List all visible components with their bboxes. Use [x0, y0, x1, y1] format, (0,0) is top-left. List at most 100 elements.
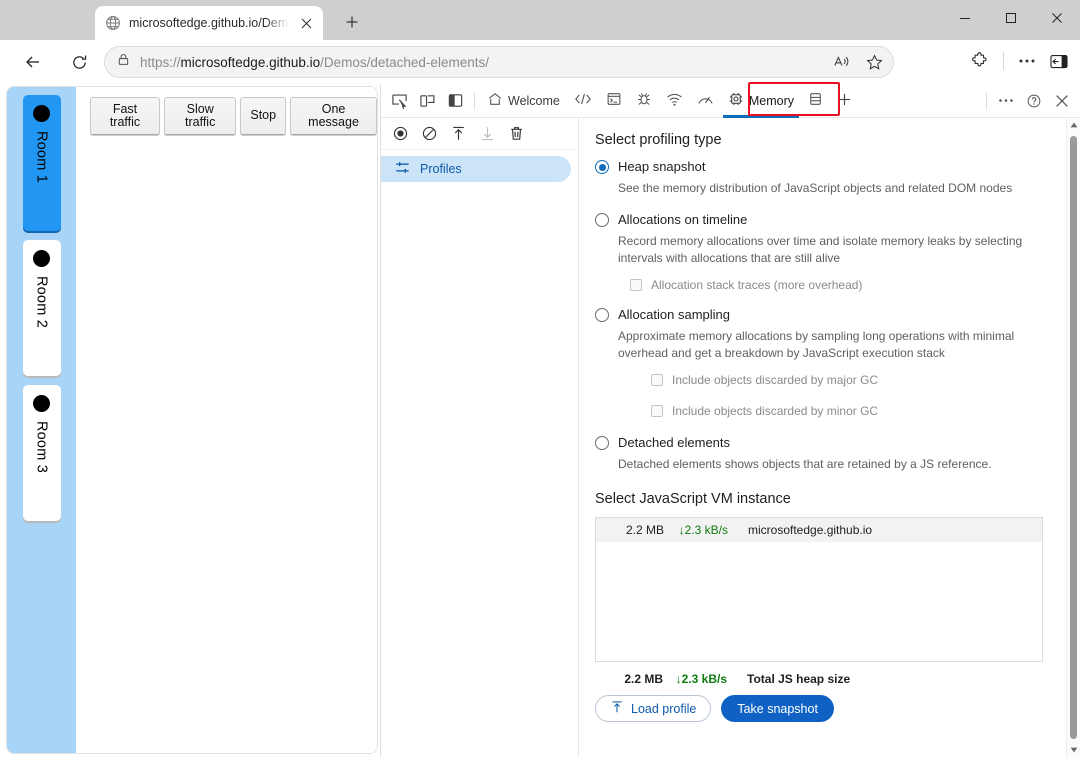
room-tab-2[interactable]: Room 2	[23, 240, 61, 376]
upload-arrow-icon	[610, 700, 624, 717]
devtools-body: Profiles Select profiling type Heap snap…	[381, 118, 1080, 757]
option-allocations-on-timeline[interactable]: Allocations on timeline Record memory al…	[595, 211, 1066, 292]
more-tools-button[interactable]	[830, 85, 859, 117]
device-toggle-icon[interactable]	[413, 88, 441, 114]
tab-sources[interactable]	[629, 85, 659, 117]
vm-origin: microsoftedge.github.io	[748, 523, 872, 537]
memory-chip-icon	[728, 91, 744, 110]
tab-title: microsoftedge.github.io/Demos/d	[129, 16, 289, 30]
puzzle-icon[interactable]	[965, 46, 995, 76]
record-circle-icon[interactable]	[387, 121, 414, 147]
checkbox-allocation-stack-traces[interactable]	[630, 279, 642, 291]
url-path: /Demos/detached-elements/	[320, 55, 489, 70]
new-tab-button[interactable]	[338, 8, 366, 36]
memory-scroll-area: Select profiling type Heap snapshot See …	[579, 118, 1066, 757]
console-icon	[606, 91, 622, 110]
lock-icon	[117, 53, 130, 71]
sidebar-icon[interactable]	[1044, 46, 1074, 76]
minimize-icon[interactable]	[942, 0, 988, 36]
suboption-include-major-gc[interactable]: Include objects discarded by major GC	[651, 373, 1066, 387]
caret-up-icon[interactable]	[1067, 118, 1080, 132]
tab-welcome[interactable]: Welcome	[480, 85, 567, 117]
room-tab-3[interactable]: Room 3	[23, 385, 61, 521]
close-icon[interactable]	[1048, 88, 1076, 114]
take-snapshot-button[interactable]: Take snapshot	[721, 695, 834, 722]
tab-console[interactable]	[599, 85, 629, 117]
vm-instance-list[interactable]: 2.2 MB ↓2.3 kB/s microsoftedge.github.io	[595, 517, 1043, 662]
slow-traffic-button[interactable]: Slow traffic	[164, 97, 236, 135]
checkbox-include-major-gc[interactable]	[651, 374, 663, 386]
stop-button[interactable]: Stop	[240, 97, 286, 135]
sliders-icon	[395, 160, 410, 178]
option-allocation-sampling[interactable]: Allocation sampling Approximate memory a…	[595, 306, 1066, 418]
option-description: See the memory distribution of JavaScrip…	[618, 180, 1048, 197]
tab-performance[interactable]	[690, 85, 721, 117]
tab-strip: microsoftedge.github.io/Demos/d	[0, 0, 323, 40]
vm-instance-heading: Select JavaScript VM instance	[595, 491, 1066, 507]
address-bar[interactable]: https://microsoftedge.github.io/Demos/de…	[104, 46, 894, 78]
option-label: Detached elements	[618, 434, 730, 452]
checkbox-include-minor-gc[interactable]	[651, 405, 663, 417]
tab-network[interactable]	[659, 85, 690, 117]
memory-action-buttons: Load profile Take snapshot	[595, 695, 1066, 722]
room-label: Room 3	[34, 421, 50, 473]
load-profile-label: Load profile	[631, 702, 696, 716]
vm-instance-row[interactable]: 2.2 MB ↓2.3 kB/s microsoftedge.github.io	[596, 518, 1042, 542]
option-label: Heap snapshot	[618, 158, 705, 176]
option-detached-elements[interactable]: Detached elements Detached elements show…	[595, 434, 1066, 473]
inspect-icon[interactable]	[385, 88, 413, 114]
omnibox-actions	[827, 47, 889, 77]
option-label: Allocations on timeline	[618, 211, 747, 229]
browser-window: microsoftedge.github.io/Demos/d	[0, 0, 1080, 757]
window-controls	[942, 0, 1080, 36]
address-text: https://microsoftedge.github.io/Demos/de…	[140, 55, 489, 70]
tab-elements[interactable]	[567, 85, 599, 117]
radio-detached-elements[interactable]	[595, 436, 609, 450]
star-icon[interactable]	[859, 47, 889, 77]
suboption-label: Allocation stack traces (more overhead)	[651, 278, 862, 292]
application-icon	[808, 91, 823, 110]
room-label: Room 2	[34, 276, 50, 328]
gauge-icon	[697, 92, 714, 110]
devtools-panel: Welcome	[380, 84, 1080, 757]
ellipsis-icon[interactable]	[992, 88, 1020, 114]
fast-traffic-button[interactable]: Fast traffic	[90, 97, 160, 135]
vm-heap-size: 2.2 MB	[606, 523, 664, 537]
memory-actions-toolbar	[381, 118, 578, 150]
scrollbar-thumb[interactable]	[1070, 136, 1077, 739]
room-tab-1[interactable]: Room 1	[23, 95, 61, 231]
dock-panel-icon[interactable]	[441, 88, 469, 114]
close-icon[interactable]	[1034, 0, 1080, 36]
clear-icon[interactable]	[416, 121, 443, 147]
toolbar-divider	[474, 92, 475, 110]
trash-icon[interactable]	[503, 121, 530, 147]
maximize-icon[interactable]	[988, 0, 1034, 36]
read-aloud-icon[interactable]	[827, 47, 857, 77]
tab-memory[interactable]: Memory	[721, 85, 801, 117]
load-profile-button[interactable]: Load profile	[595, 695, 711, 722]
memory-sidebar: Profiles	[381, 118, 579, 757]
upload-arrow-icon[interactable]	[445, 121, 472, 147]
radio-heap-snapshot[interactable]	[595, 160, 609, 174]
question-circle-icon[interactable]	[1020, 88, 1048, 114]
plus-icon	[837, 92, 852, 110]
total-heap-size: 2.2 MB	[595, 672, 663, 686]
radio-allocations-on-timeline[interactable]	[595, 213, 609, 227]
tab-application[interactable]	[801, 85, 830, 117]
reload-icon[interactable]	[64, 47, 94, 77]
memory-scrollbar[interactable]	[1066, 118, 1080, 757]
browser-tab[interactable]: microsoftedge.github.io/Demos/d	[95, 6, 323, 40]
back-arrow-icon[interactable]	[18, 47, 48, 77]
suboption-allocation-stack-traces[interactable]: Allocation stack traces (more overhead)	[630, 278, 1066, 292]
radio-allocation-sampling[interactable]	[595, 308, 609, 322]
caret-down-icon[interactable]	[1067, 743, 1080, 757]
suboption-include-minor-gc[interactable]: Include objects discarded by minor GC	[651, 404, 1066, 418]
one-message-button[interactable]: One message	[290, 97, 377, 135]
download-arrow-icon[interactable]	[474, 121, 501, 147]
option-heap-snapshot[interactable]: Heap snapshot See the memory distributio…	[595, 158, 1066, 197]
close-icon[interactable]	[297, 14, 315, 32]
sidebar-item-profiles[interactable]: Profiles	[381, 156, 571, 182]
heap-totals: 2.2 MB ↓2.3 kB/s Total JS heap size	[595, 672, 1066, 686]
ellipsis-icon[interactable]	[1012, 46, 1042, 76]
total-rate: ↓2.3 kB/s	[663, 672, 747, 686]
